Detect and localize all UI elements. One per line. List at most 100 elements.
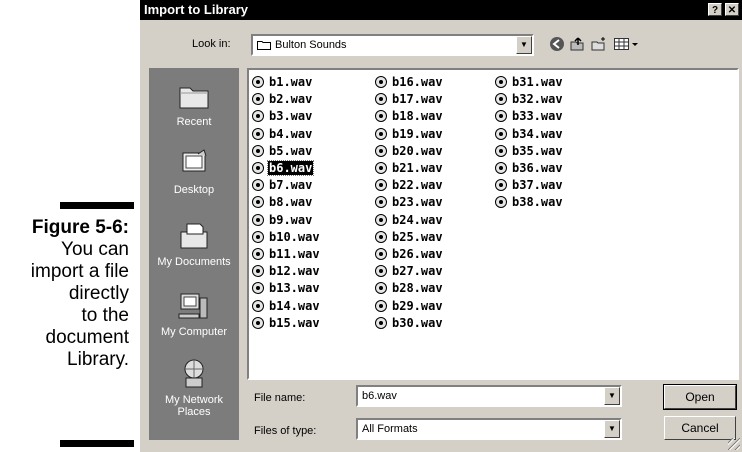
file-item[interactable]: b11.wav [252,246,321,262]
file-item[interactable]: b28.wav [375,280,444,296]
my-documents-icon [180,223,208,249]
place-recent[interactable]: Recent [149,80,239,128]
file-item[interactable]: b14.wav [252,298,321,314]
sound-file-icon [375,299,387,312]
file-item[interactable]: b7.wav [252,177,313,193]
file-item[interactable]: b10.wav [252,229,321,245]
file-item[interactable]: b1.wav [252,74,313,90]
file-item[interactable]: b22.wav [375,177,444,193]
file-item[interactable]: b13.wav [252,280,321,296]
file-item[interactable]: b16.wav [375,74,444,90]
look-in-value: Bulton Sounds [275,39,347,51]
place-desktop[interactable]: Desktop [149,148,239,196]
file-item[interactable]: b3.wav [252,108,313,124]
sound-file-icon [375,196,387,209]
sound-file-icon [252,110,264,123]
file-name: b36.wav [512,161,563,175]
new-folder-icon[interactable] [590,36,608,54]
files-of-type-dropdown[interactable]: All Formats ▼ [356,418,622,440]
file-item[interactable]: b24.wav [375,212,444,228]
file-item[interactable]: b35.wav [495,143,564,159]
file-name: b1.wav [269,75,313,89]
sound-file-icon [375,230,387,243]
sound-file-icon [252,144,264,157]
file-name: b37.wav [512,178,563,193]
file-name: b23.wav [392,195,443,210]
file-name: b26.wav [392,247,443,261]
file-name: b29.wav [392,298,443,313]
file-name: b21.wav [392,161,443,175]
file-item[interactable]: b19.wav [375,126,444,142]
file-item[interactable]: b5.wav [252,143,313,159]
file-name: b34.wav [512,126,563,141]
open-button[interactable]: Open [663,384,737,410]
file-item[interactable]: b38.wav [495,194,564,210]
file-item[interactable]: b12.wav [252,263,321,279]
view-menu-icon[interactable] [612,36,642,54]
file-item[interactable]: b2.wav [252,91,313,107]
file-item[interactable]: b15.wav [252,315,321,331]
place-my-computer[interactable]: My Computer [149,290,239,338]
file-item[interactable]: b8.wav [252,194,313,210]
file-name: b22.wav [392,178,443,193]
sound-file-icon [252,93,264,106]
file-name: b20.wav [392,143,443,158]
file-item[interactable]: b18.wav [375,108,444,124]
sound-file-icon [375,282,387,295]
file-name: b8.wav [269,195,313,210]
file-name-label: File name: [254,392,306,404]
title-bar[interactable]: Import to Library ? ✕ [140,0,742,20]
sound-file-icon [495,144,507,157]
chevron-down-icon[interactable]: ▼ [604,420,620,438]
back-icon[interactable] [548,36,566,54]
sound-file-icon [375,213,387,226]
file-name: b17.wav [392,92,443,107]
file-item[interactable]: b9.wav [252,212,313,228]
file-item[interactable]: b20.wav [375,143,444,159]
file-name: b16.wav [392,75,443,89]
file-item[interactable]: b4.wav [252,126,313,142]
file-item[interactable]: b21.wav [375,160,444,176]
file-name: b32.wav [512,92,563,107]
file-item[interactable]: b6.wav [252,160,315,176]
place-label: Desktop [173,184,215,196]
file-item[interactable]: b33.wav [495,108,564,124]
help-button[interactable]: ? [708,3,722,16]
caption-line: directly [68,283,129,304]
look-in-dropdown[interactable]: Bulton Sounds ▼ [251,34,534,56]
file-item[interactable]: b31.wav [495,74,564,90]
caption-line: You can [61,239,129,260]
sound-file-icon [252,230,264,243]
sound-file-icon [252,282,264,295]
place-my-documents[interactable]: My Documents [149,220,239,268]
file-name: b28.wav [392,281,443,296]
file-list[interactable]: b1.wav b2.wav b3.wav b4.wav b5.wav b6.wav b7.w… [247,68,739,380]
network-places-icon [184,359,204,388]
my-computer-icon [178,293,208,319]
file-item[interactable]: b32.wav [495,91,564,107]
file-item[interactable]: b25.wav [375,229,444,245]
file-name-input[interactable]: b6.wav ▼ [356,385,622,407]
sound-file-icon [252,316,264,329]
close-button[interactable]: ✕ [725,3,739,16]
chevron-down-icon[interactable]: ▼ [604,387,620,405]
file-item[interactable]: b26.wav [375,246,444,262]
place-label: Recent [176,116,212,128]
file-item[interactable]: b23.wav [375,194,444,210]
cancel-button[interactable]: Cancel [664,416,736,440]
place-my-network-places[interactable]: My Network Places [149,358,239,418]
resize-grip[interactable] [728,438,740,450]
up-folder-icon[interactable] [568,36,586,54]
file-item[interactable]: b36.wav [495,160,564,176]
file-item[interactable]: b34.wav [495,126,564,142]
sound-file-icon [495,93,507,106]
file-item[interactable]: b30.wav [375,315,444,331]
chevron-down-icon[interactable]: ▼ [516,36,532,54]
file-name: b5.wav [269,143,313,158]
dialog-title: Import to Library [144,2,249,17]
file-name: b33.wav [512,109,563,124]
file-item[interactable]: b17.wav [375,91,444,107]
file-item[interactable]: b29.wav [375,298,444,314]
file-item[interactable]: b37.wav [495,177,564,193]
file-item[interactable]: b27.wav [375,263,444,279]
